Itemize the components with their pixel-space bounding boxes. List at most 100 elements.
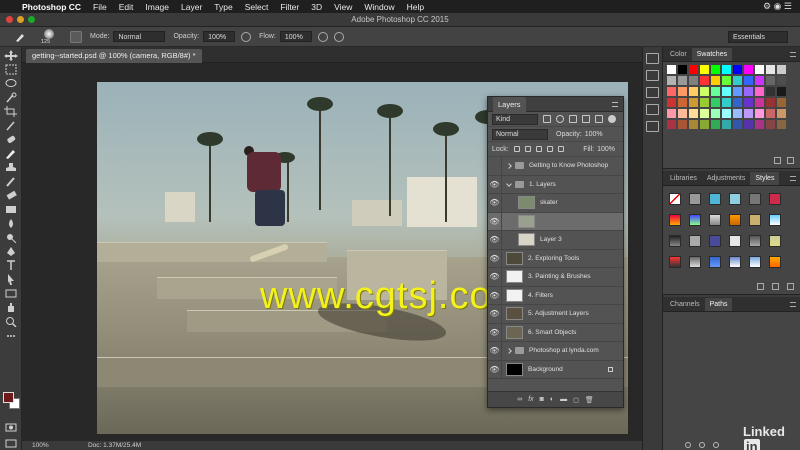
style-preset[interactable] (729, 214, 741, 226)
new-style-icon[interactable] (772, 283, 779, 290)
color-swatch[interactable] (766, 120, 775, 129)
color-swatch[interactable] (777, 87, 786, 96)
eye-icon[interactable]: 👁 (488, 323, 502, 341)
color-swatch[interactable] (755, 120, 764, 129)
color-swatch[interactable] (766, 109, 775, 118)
menu-file[interactable]: File (93, 2, 107, 12)
color-swatch[interactable] (722, 120, 731, 129)
color-swatch[interactable] (733, 109, 742, 118)
history-brush-tool-icon[interactable] (4, 176, 18, 187)
panel-menu-icon[interactable] (612, 101, 618, 107)
rectangle-tool-icon[interactable] (4, 288, 18, 299)
more-tools-icon[interactable] (4, 330, 18, 341)
color-swatch[interactable] (733, 76, 742, 85)
color-swatch[interactable] (777, 76, 786, 85)
quick-mask-icon[interactable] (4, 422, 18, 433)
layer-group-row[interactable]: 👁 1. Layers (488, 175, 623, 194)
menu-edit[interactable]: Edit (119, 2, 134, 12)
zoom-tool-icon[interactable] (4, 316, 18, 327)
eye-icon[interactable]: 👁 (488, 268, 502, 286)
color-swatch[interactable] (700, 76, 709, 85)
style-preset[interactable] (709, 235, 721, 247)
new-layer-icon[interactable]: ◻ (573, 396, 579, 404)
color-swatch[interactable] (711, 65, 720, 74)
style-preset[interactable] (689, 235, 701, 247)
style-preset[interactable] (669, 214, 681, 226)
pixel-filter-icon[interactable] (543, 115, 551, 123)
color-swatch[interactable] (755, 98, 764, 107)
color-swatch[interactable] (700, 109, 709, 118)
layer-row[interactable]: 👁 4. Filters (488, 286, 623, 305)
eye-icon[interactable]: 👁 (488, 286, 502, 304)
color-swatch[interactable] (755, 76, 764, 85)
eyedropper-tool-icon[interactable] (4, 120, 18, 131)
style-preset[interactable] (669, 256, 681, 268)
load-selection-icon[interactable] (713, 442, 719, 448)
color-swatch[interactable] (678, 98, 687, 107)
style-preset[interactable] (669, 193, 681, 205)
color-swatch[interactable] (733, 120, 742, 129)
color-swatch[interactable] (766, 98, 775, 107)
stroke-path-icon[interactable] (699, 442, 705, 448)
color-swatch[interactable] (700, 98, 709, 107)
crop-tool-icon[interactable] (3, 106, 18, 117)
history-panel-icon[interactable] (646, 53, 659, 64)
color-swatch[interactable] (777, 109, 786, 118)
color-swatch[interactable] (733, 65, 742, 74)
color-swatch[interactable] (766, 65, 775, 74)
color-swatch[interactable] (667, 109, 676, 118)
tab-adjustments[interactable]: Adjustments (702, 172, 751, 185)
screen-mode-icon[interactable] (4, 438, 18, 449)
color-swatch[interactable] (766, 76, 775, 85)
eye-icon[interactable]: 👁 (488, 305, 502, 323)
fill-field[interactable]: 100% (597, 146, 615, 153)
workspace-select[interactable]: Essentials (728, 31, 788, 43)
style-preset[interactable] (749, 193, 761, 205)
tab-swatches[interactable]: Swatches (691, 48, 733, 61)
fx-icon[interactable]: fx (528, 396, 533, 403)
zoom-level[interactable]: 100% (32, 442, 72, 449)
brush-tool-icon[interactable] (14, 31, 26, 43)
pen-tool-icon[interactable] (4, 246, 18, 257)
color-swatch[interactable] (744, 109, 753, 118)
color-swatch[interactable] (700, 120, 709, 129)
color-swatch[interactable] (755, 109, 764, 118)
shape-filter-icon[interactable] (582, 115, 590, 123)
adjustment-filter-icon[interactable] (556, 115, 564, 123)
eye-icon[interactable]: 👁 (488, 342, 502, 360)
airbrush-icon[interactable] (317, 31, 328, 42)
expand-arrow-icon[interactable] (506, 347, 512, 354)
color-swatch[interactable] (700, 65, 709, 74)
layer-row[interactable]: 👁 (488, 212, 623, 231)
clear-style-icon[interactable] (757, 283, 764, 290)
lock-pixels-icon[interactable] (524, 146, 531, 152)
style-preset[interactable] (709, 214, 721, 226)
opacity-field[interactable]: 100% (203, 31, 236, 42)
color-swatch[interactable] (711, 76, 720, 85)
color-swatch[interactable] (722, 76, 731, 85)
eye-icon[interactable]: 👁 (488, 175, 502, 193)
tab-styles[interactable]: Styles (750, 172, 780, 185)
color-swatch[interactable] (733, 98, 742, 107)
color-swatch[interactable] (755, 65, 764, 74)
color-swatch[interactable] (755, 87, 764, 96)
menu-layer[interactable]: Layer (181, 2, 202, 12)
color-swatch[interactable] (744, 76, 753, 85)
layers-panel-title[interactable]: Layers (493, 96, 526, 112)
color-swatch[interactable] (722, 109, 731, 118)
color-swatch[interactable] (667, 76, 676, 85)
menu-type[interactable]: Type (214, 2, 232, 12)
layer-row[interactable]: 👁 skater (488, 194, 623, 213)
menu-view[interactable]: View (334, 2, 352, 12)
eraser-tool-icon[interactable] (4, 190, 18, 201)
document-info[interactable]: Doc: 1.37M/25.4M (88, 442, 141, 449)
style-preset[interactable] (669, 235, 681, 247)
color-swatch[interactable] (689, 76, 698, 85)
style-preset[interactable] (769, 235, 781, 247)
filter-kind-select[interactable]: Kind (492, 113, 538, 125)
tab-libraries[interactable]: Libraries (665, 172, 702, 185)
healing-brush-tool-icon[interactable] (4, 134, 18, 145)
pressure-opacity-icon[interactable] (241, 31, 252, 42)
style-preset[interactable] (729, 235, 741, 247)
blend-mode-select[interactable]: Normal (492, 128, 548, 140)
